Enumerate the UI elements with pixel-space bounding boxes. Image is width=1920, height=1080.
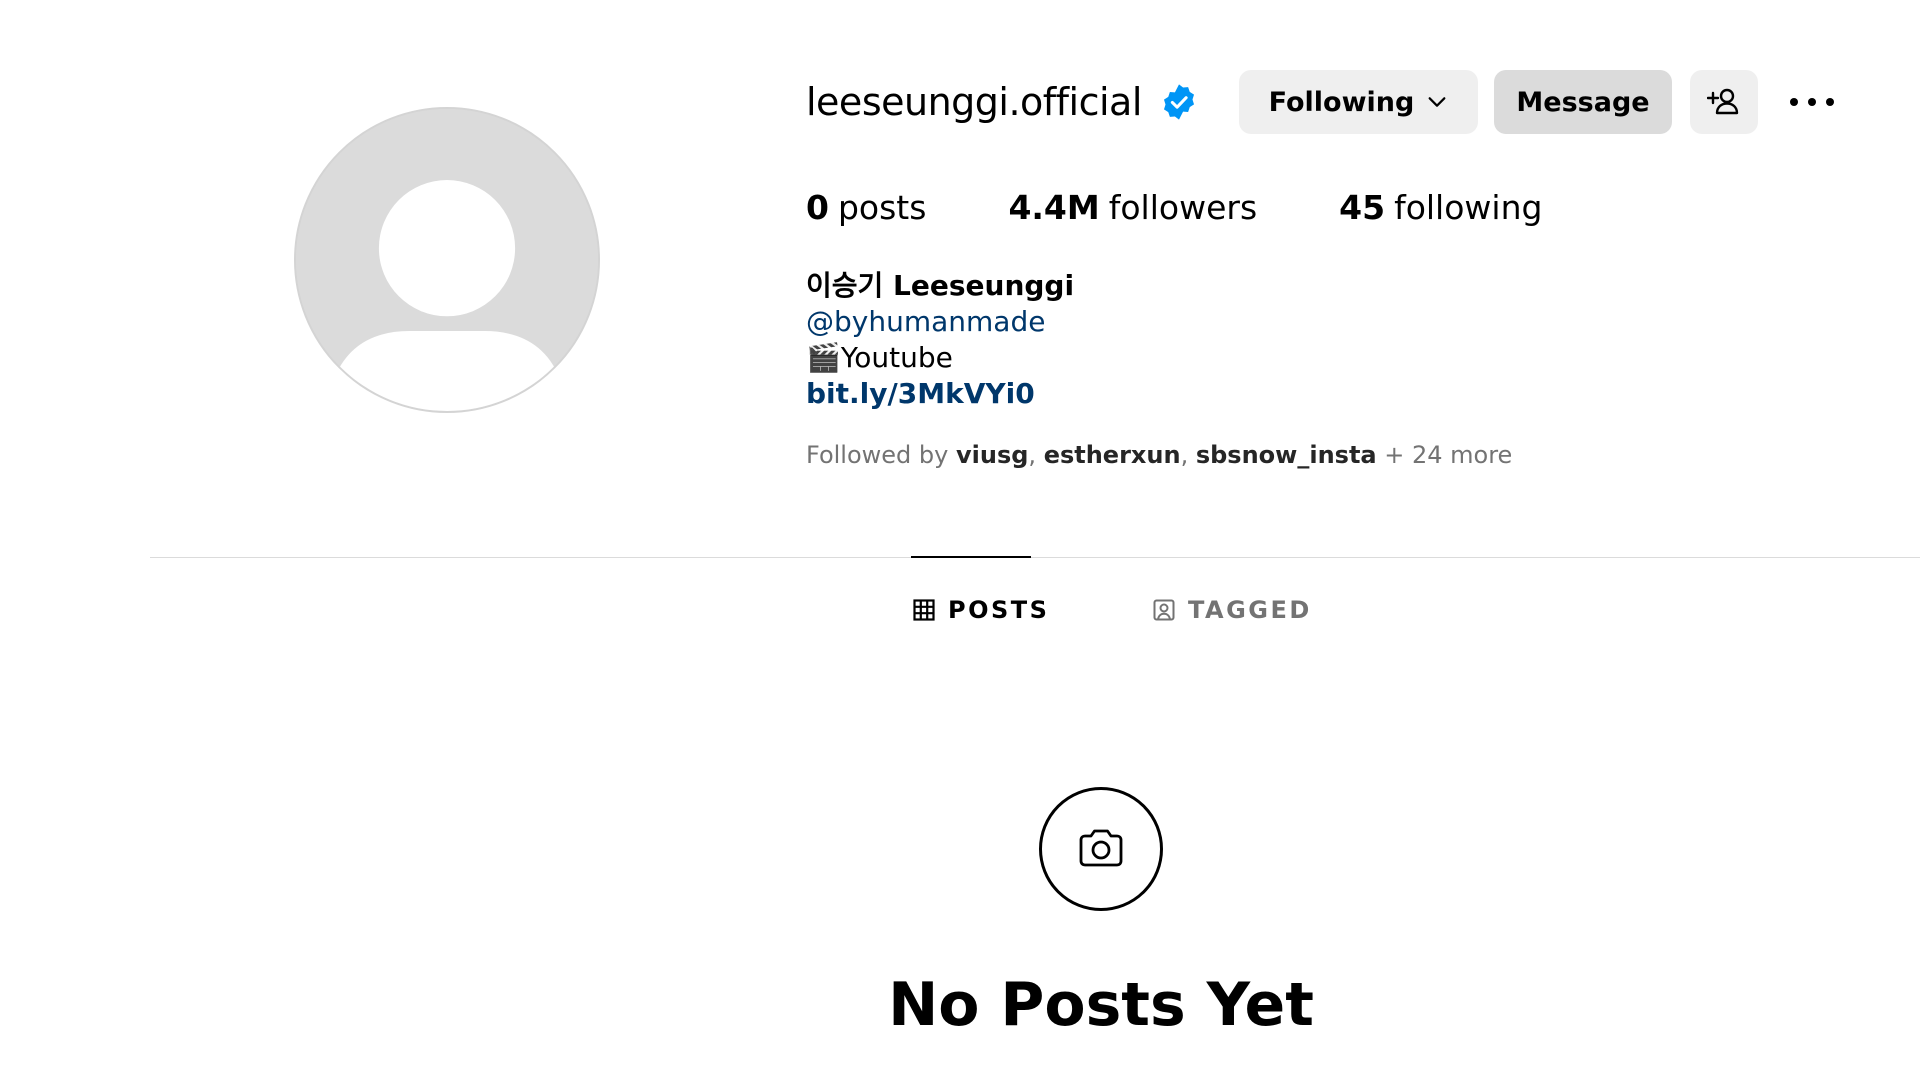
following-button[interactable]: Following	[1239, 70, 1478, 134]
tab-tagged[interactable]: TAGGED	[1152, 596, 1312, 624]
message-button[interactable]: Message	[1494, 70, 1672, 134]
followed-by-name[interactable]: sbsnow_insta	[1196, 441, 1377, 469]
person-plus-icon	[1707, 88, 1739, 115]
default-avatar-icon	[296, 109, 598, 411]
camera-icon-circle	[1039, 787, 1163, 911]
profile-username: leeseunggi.official	[806, 80, 1142, 124]
following-count-value: 45	[1339, 188, 1386, 227]
followed-by-name[interactable]: viusg	[956, 441, 1028, 469]
suggest-users-button[interactable]	[1690, 70, 1758, 134]
followers-count-value: 4.4M	[1008, 188, 1100, 227]
followed-by-more[interactable]: + 24 more	[1384, 441, 1512, 469]
more-horizontal-icon	[1790, 98, 1834, 106]
more-options-button[interactable]	[1790, 80, 1846, 124]
followed-by-name[interactable]: estherxun	[1044, 441, 1181, 469]
posts-count-label: posts	[837, 188, 927, 227]
bio-mention-link[interactable]: @byhumanmade	[806, 304, 1074, 340]
tab-tagged-label: TAGGED	[1188, 596, 1312, 624]
profile-page: leeseunggi.official Following Message 0	[0, 0, 1920, 1080]
profile-full-name: 이승기 Leeseunggi	[806, 269, 1075, 302]
posts-count-value: 0	[806, 188, 829, 227]
followers-count-label: followers	[1108, 188, 1258, 227]
profile-bio: 이승기 Leeseunggi @byhumanmade 🎬Youtube bit…	[806, 268, 1074, 412]
profile-avatar[interactable]	[294, 107, 600, 413]
bio-external-link[interactable]: bit.ly/3MkVYi0	[806, 376, 1074, 412]
following-button-label: Following	[1268, 86, 1415, 118]
followed-by-prefix: Followed by	[806, 441, 949, 469]
tab-posts-label: POSTS	[948, 596, 1050, 624]
profile-header: leeseunggi.official	[806, 70, 1198, 134]
active-tab-indicator	[911, 556, 1031, 558]
tagged-icon	[1153, 599, 1175, 621]
profile-stats: 0 posts 4.4M followers 45 following	[806, 188, 1624, 227]
chevron-down-icon	[1428, 97, 1446, 107]
grid-icon	[913, 599, 935, 621]
tabs-divider	[150, 557, 1920, 558]
empty-state-title: No Posts Yet	[888, 970, 1314, 1040]
followed-by[interactable]: Followed by viusg, estherxun, sbsnow_ins…	[806, 441, 1512, 469]
message-button-label: Message	[1516, 86, 1650, 118]
following-count-label: following	[1394, 188, 1543, 227]
posts-count: 0 posts	[806, 188, 926, 227]
camera-icon	[1079, 829, 1123, 867]
tab-posts[interactable]: POSTS	[912, 596, 1049, 624]
verified-badge-icon	[1160, 83, 1198, 121]
following-link[interactable]: 45 following	[1339, 188, 1542, 227]
bio-text: 🎬Youtube	[806, 341, 953, 374]
followers-link[interactable]: 4.4M followers	[1008, 188, 1257, 227]
